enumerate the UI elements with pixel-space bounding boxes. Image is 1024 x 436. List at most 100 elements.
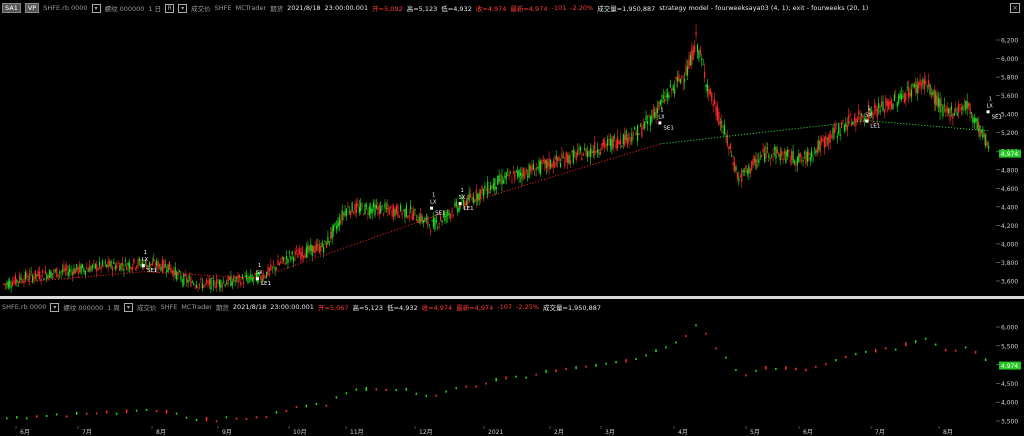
weekly-bar — [145, 408, 148, 411]
y-tick-label: 3,800 — [1001, 260, 1018, 267]
candle-body — [395, 205, 398, 214]
y-tick-label: 6,000 — [1001, 56, 1018, 63]
weekly-bar — [934, 343, 937, 346]
candle-body — [786, 149, 788, 157]
time-axis: 6月 7月 8月 9月 10月 11月 12月 2021 2月 3月 4月 5月 6月 7月 8月 — [15, 426, 953, 436]
trade-marker — [658, 121, 662, 125]
candle-body — [264, 277, 266, 279]
candle-body — [649, 116, 651, 126]
candle-body — [412, 210, 415, 220]
candle-body — [377, 207, 379, 210]
candle-body — [733, 162, 736, 172]
weekly-bar — [85, 412, 88, 415]
candle-body — [93, 262, 95, 263]
candle-body — [305, 246, 308, 258]
y-tick-label: 5,400 — [1001, 112, 1018, 119]
candle-body — [946, 106, 948, 113]
candle-body — [704, 71, 706, 78]
candle-body — [599, 151, 602, 155]
candle-body — [121, 262, 124, 266]
candle-body — [450, 214, 452, 218]
candle-body — [889, 101, 891, 106]
weekly-bar — [695, 324, 697, 327]
candle-body — [562, 157, 564, 159]
candle-body — [211, 277, 213, 279]
weekly-bar — [235, 417, 238, 420]
candle-body — [618, 140, 620, 145]
weekly-bar — [35, 415, 38, 418]
candle-body — [400, 204, 402, 212]
candle-body — [976, 118, 978, 130]
candle-body — [410, 205, 412, 210]
candle-body — [615, 141, 617, 149]
candle-body — [250, 273, 252, 280]
candle-body — [918, 82, 920, 88]
candle-body — [50, 271, 52, 279]
candle-body — [455, 201, 457, 207]
candle-body — [161, 259, 163, 272]
candle-body — [470, 195, 472, 197]
candle-body — [128, 263, 131, 269]
candle-body — [565, 152, 567, 163]
candle-body — [330, 231, 332, 239]
trade-line — [257, 216, 433, 279]
candle-body — [51, 273, 54, 275]
candle-body — [97, 268, 99, 270]
candle-body — [488, 191, 490, 193]
candle-body — [551, 164, 553, 169]
weekly-bar — [435, 394, 438, 397]
price-chart-canvas[interactable]: 6,2006,0005,8005,6005,4005,2005,0004,800… — [0, 0, 1024, 296]
candle-body — [485, 190, 487, 191]
candle-body — [106, 264, 108, 268]
secondary-chart-canvas[interactable]: 6,0005,5005,0004,5004,0003,5004,974 — [0, 299, 1024, 425]
candle-body — [741, 170, 743, 182]
candle-body — [695, 31, 697, 35]
candle-body — [883, 109, 886, 114]
candle-body — [948, 108, 950, 114]
candle-body — [850, 123, 853, 126]
candle-body — [631, 132, 633, 143]
weekly-bar — [545, 369, 547, 373]
candle-body — [101, 260, 104, 266]
candle-body — [44, 270, 46, 274]
candle-body — [204, 282, 206, 284]
candle-body — [542, 160, 544, 162]
secondary-pane[interactable]: SHFE.rb 0000 ▾ 螺纹 000000 1 周 ▾ 成交价 SHFE … — [0, 299, 1024, 425]
y-tick-label: 6,200 — [1001, 38, 1018, 45]
candle-body — [69, 268, 71, 272]
candle-body — [76, 264, 78, 270]
candle-body — [529, 166, 532, 171]
price-pane[interactable]: SA1 VP SHFE.rb 0000 ▾ 螺纹 000000 1 日 R ▾ … — [0, 0, 1024, 296]
trade-exit-label: SE1 — [992, 114, 1002, 120]
candle-body — [160, 266, 162, 271]
candle-body — [67, 271, 69, 276]
candle-body — [952, 113, 954, 119]
candle-body — [966, 101, 968, 109]
y-tick-label: 4,400 — [1001, 204, 1018, 211]
candle-body — [755, 159, 757, 169]
weekly-bar — [205, 416, 208, 422]
candle-body — [642, 124, 644, 129]
candle-body — [805, 152, 807, 164]
x-tick-label: 7月 — [875, 429, 885, 436]
candle-body — [234, 280, 236, 282]
candle-body — [525, 169, 527, 172]
trade-marker — [141, 264, 145, 268]
candle-body — [841, 121, 843, 128]
y2-tick-label: 4,000 — [1001, 400, 1018, 407]
candle-body — [655, 108, 657, 118]
weekly-bar — [385, 388, 388, 391]
candle-body — [223, 281, 225, 283]
y-tick-label: 5,200 — [1001, 130, 1018, 137]
candle-body — [91, 264, 94, 268]
candle-body — [124, 260, 126, 262]
candle-body — [811, 150, 813, 158]
candle-body — [702, 63, 704, 65]
weekly-bar — [884, 347, 887, 350]
candle-body — [789, 160, 791, 162]
candle-body — [131, 266, 134, 270]
candle-body — [4, 284, 7, 285]
weekly-bar — [325, 404, 328, 407]
candle-body — [930, 92, 933, 96]
candle-body — [852, 121, 854, 126]
